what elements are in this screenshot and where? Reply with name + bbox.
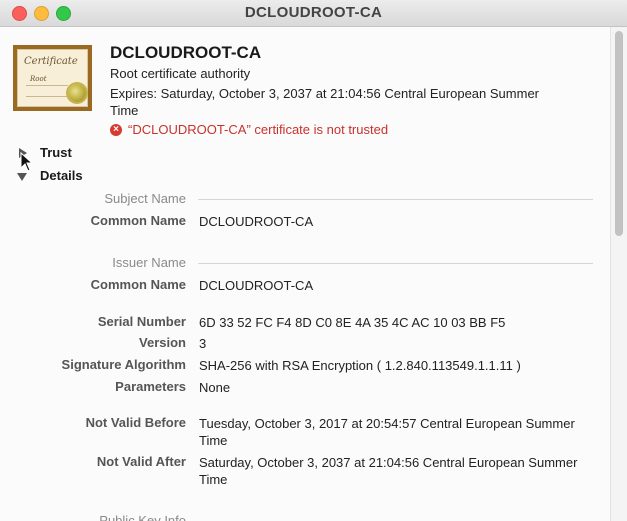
window-title: DCLOUDROOT-CA [244, 4, 383, 21]
parameters-label: Parameters [115, 379, 186, 394]
serial-number-label: Serial Number [97, 314, 186, 329]
not-valid-after-value: Saturday, October 3, 2037 at 21:04:56 Ce… [199, 455, 578, 487]
signature-algorithm-label: Signature Algorithm [61, 357, 186, 372]
subject-common-name-value: DCLOUDROOT-CA [199, 214, 314, 229]
not-valid-after-label: Not Valid After [96, 454, 186, 469]
version-value: 3 [199, 336, 207, 351]
vertical-scrollbar[interactable] [610, 27, 627, 521]
serial-number-value: 6D 33 52 FC F4 8D C0 8E 4A 35 4C AC 10 0… [199, 315, 506, 330]
divider [198, 263, 593, 264]
certificate-name: DCLOUDROOT-CA [110, 43, 262, 62]
certificate-expiry: Expires: Saturday, October 3, 2037 at 21… [110, 86, 539, 118]
certificate-icon: Certificate Root [13, 45, 92, 111]
certificate-icon-subtext: Root [30, 75, 47, 83]
issuer-name-heading: Issuer Name [112, 255, 186, 270]
subject-name-heading: Subject Name [104, 191, 186, 206]
title-bar[interactable]: DCLOUDROOT-CA [0, 0, 627, 27]
version-label: Version [139, 335, 186, 350]
scrollbar-thumb[interactable] [615, 31, 623, 236]
certificate-content: Certificate Root DCLOUDROOT-CA Root cert… [0, 27, 610, 521]
certificate-window: DCLOUDROOT-CA Certificate Root DCLOUDROO… [0, 0, 627, 521]
trust-label[interactable]: Trust [40, 145, 72, 160]
issuer-common-name-label: Common Name [90, 277, 186, 292]
parameters-value: None [199, 380, 231, 395]
certificate-icon-lines [26, 85, 68, 97]
not-valid-before-label: Not Valid Before [85, 415, 186, 430]
certificate-icon-script: Certificate [24, 56, 78, 67]
certificate-kind: Root certificate authority [110, 66, 251, 81]
trust-status-text: “DCLOUDROOT-CA” certificate is not trust… [128, 122, 389, 137]
certificate-seal-icon [68, 84, 86, 102]
trust-status: × “DCLOUDROOT-CA” certificate is not tru… [110, 122, 388, 137]
details-disclosure[interactable]: Details [16, 168, 83, 183]
disclosure-down-icon[interactable] [16, 170, 28, 182]
public-key-info-heading: Public Key Info [99, 513, 186, 521]
subject-common-name-label: Common Name [90, 213, 186, 228]
signature-algorithm-value: SHA-256 with RSA Encryption ( 1.2.840.11… [199, 358, 521, 373]
divider [198, 199, 593, 200]
issuer-common-name-value: DCLOUDROOT-CA [199, 278, 314, 293]
details-label[interactable]: Details [40, 168, 83, 183]
error-icon: × [110, 123, 122, 136]
not-valid-before-value: Tuesday, October 3, 2017 at 20:54:57 Cen… [199, 416, 575, 448]
